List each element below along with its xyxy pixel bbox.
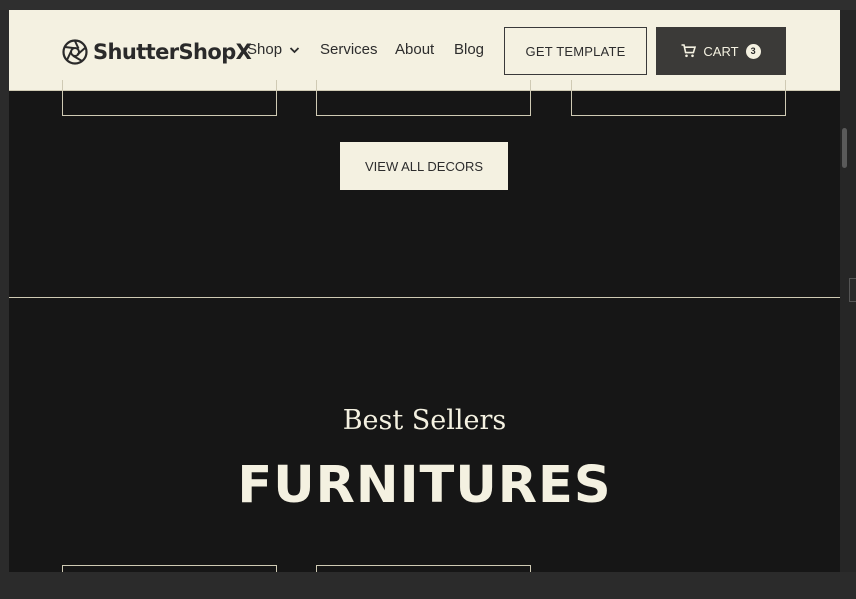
panel-resize-handle[interactable] bbox=[849, 278, 856, 302]
cart-count-badge: 3 bbox=[745, 43, 761, 59]
view-all-decors-label: VIEW ALL DECORS bbox=[365, 158, 483, 174]
nav-about-link[interactable]: About bbox=[395, 41, 434, 58]
decor-card[interactable] bbox=[316, 80, 531, 116]
furniture-card[interactable] bbox=[316, 565, 531, 572]
get-template-button[interactable]: GET TEMPLATE bbox=[504, 27, 647, 75]
shutter-aperture-icon bbox=[62, 39, 88, 65]
browser-top-bar bbox=[0, 0, 856, 10]
decor-card[interactable] bbox=[571, 80, 786, 116]
page-viewport: ShutterShopX Shop Services About Blog GE… bbox=[9, 10, 840, 572]
brand-logo[interactable]: ShutterShopX bbox=[62, 37, 252, 67]
nav-blog-link[interactable]: Blog bbox=[454, 41, 484, 58]
get-template-label: GET TEMPLATE bbox=[525, 43, 626, 59]
decor-card[interactable] bbox=[62, 80, 277, 116]
nav-services-link[interactable]: Services bbox=[320, 41, 378, 58]
nav-shop-label: Shop bbox=[247, 41, 283, 58]
cart-label: CART bbox=[703, 43, 739, 59]
section-heading: FURNITURES bbox=[237, 456, 612, 515]
site-header: ShutterShopX Shop Services About Blog GE… bbox=[9, 10, 840, 91]
chevron-down-icon bbox=[289, 46, 300, 53]
section-eyebrow: Best Sellers bbox=[342, 405, 507, 436]
nav-shop-dropdown[interactable]: Shop bbox=[247, 41, 300, 58]
section-divider bbox=[9, 297, 840, 298]
scrollbar-thumb[interactable] bbox=[842, 128, 847, 168]
browser-bottom-bar bbox=[0, 572, 856, 599]
brand-name: ShutterShopX bbox=[93, 40, 252, 64]
view-all-decors-button[interactable]: VIEW ALL DECORS bbox=[340, 142, 508, 190]
cart-button[interactable]: CART 3 bbox=[656, 27, 786, 75]
cart-icon bbox=[681, 44, 697, 58]
furniture-card[interactable] bbox=[62, 565, 277, 572]
